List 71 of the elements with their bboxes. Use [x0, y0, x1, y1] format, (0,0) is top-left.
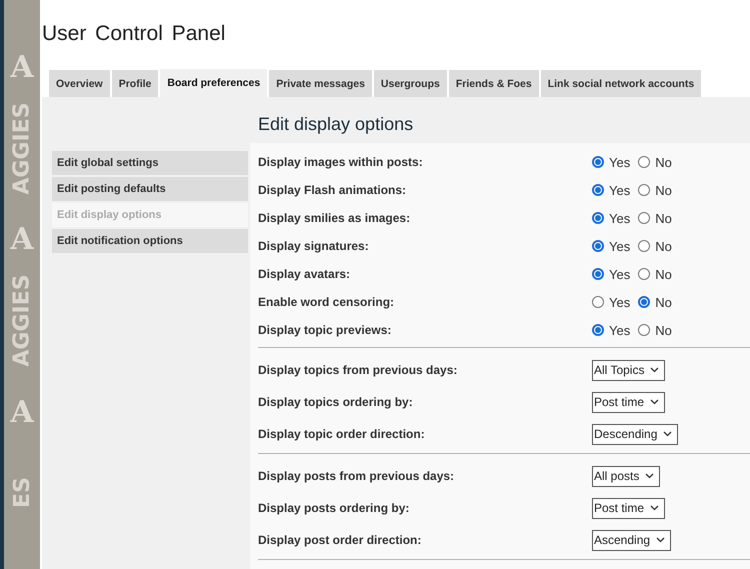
radio-label[interactable]: Yes: [609, 154, 630, 170]
dropdown[interactable]: Post time: [592, 392, 666, 412]
setting-label: Enable word censoring:: [258, 295, 396, 309]
banner-letter: A: [10, 396, 34, 429]
setting-label: Display images within posts:: [258, 155, 424, 169]
chevron-down-icon: [645, 473, 654, 479]
dropdown[interactable]: Post time: [592, 498, 666, 518]
page-title: User Control Panel: [42, 21, 226, 47]
dropdown[interactable]: All Topics: [592, 360, 666, 380]
dropdown[interactable]: Descending: [592, 424, 678, 444]
radio-button[interactable]: [592, 268, 604, 280]
setting-label: Display posts from previous days:: [258, 469, 456, 483]
setting-label: Display posts ordering by:: [258, 501, 410, 515]
radio-button[interactable]: [638, 324, 650, 336]
chevron-down-icon: [650, 399, 660, 405]
radio-button[interactable]: [592, 240, 604, 252]
radio-label[interactable]: Yes: [609, 322, 630, 338]
tab[interactable]: Friends & Foes: [448, 70, 539, 97]
radio-button[interactable]: [638, 212, 650, 224]
dropdown[interactable]: All posts: [592, 466, 660, 486]
tab[interactable]: Board preferences: [160, 69, 268, 97]
setting-label: Display topics from previous days:: [258, 363, 458, 377]
banner-letter: A: [10, 52, 34, 84]
banner-text: AGGIES: [10, 102, 34, 194]
tab[interactable]: Overview: [49, 70, 110, 97]
radio-label[interactable]: Yes: [609, 294, 630, 310]
radio-button[interactable]: [638, 156, 650, 168]
radio-button[interactable]: [638, 240, 650, 252]
menu-item[interactable]: Edit global settings: [52, 151, 248, 175]
radio-label[interactable]: No: [655, 322, 672, 338]
radio-label[interactable]: No: [655, 154, 672, 170]
setting-label: Display topic order direction:: [258, 427, 426, 441]
setting-label: Display avatars:: [258, 267, 352, 281]
chevron-down-icon: [650, 367, 660, 373]
setting-label: Display signatures:: [258, 239, 370, 253]
radio-button[interactable]: [638, 184, 650, 196]
tab[interactable]: Link social network accounts: [540, 70, 702, 97]
radio-button[interactable]: [638, 296, 650, 308]
section-title: Edit display options: [257, 113, 414, 136]
chevron-down-icon: [663, 431, 672, 437]
radio-button[interactable]: [592, 156, 604, 168]
radio-button[interactable]: [592, 184, 604, 196]
radio-label[interactable]: No: [655, 238, 672, 254]
radio-label[interactable]: No: [655, 294, 672, 310]
radio-label[interactable]: Yes: [609, 182, 630, 198]
radio-button[interactable]: [592, 324, 604, 336]
radio-label[interactable]: No: [655, 266, 672, 282]
setting-label: Display post order direction:: [258, 533, 422, 547]
setting-label: Display Flash animations:: [258, 183, 408, 197]
radio-label[interactable]: Yes: [609, 238, 630, 254]
dropdown[interactable]: Ascending: [592, 530, 672, 550]
radio-label[interactable]: Yes: [609, 210, 630, 226]
radio-button[interactable]: [592, 212, 604, 224]
menu-item[interactable]: Edit notification options: [52, 229, 248, 253]
radio-label[interactable]: Yes: [609, 266, 630, 282]
tab[interactable]: Private messages: [269, 70, 372, 97]
banner-text: AGGIES: [10, 274, 34, 367]
radio-button[interactable]: [638, 268, 650, 280]
chevron-down-icon: [650, 505, 660, 511]
tab[interactable]: Profile: [112, 70, 158, 97]
tab[interactable]: Usergroups: [374, 70, 447, 97]
setting-label: Display topic previews:: [258, 323, 392, 337]
radio-button[interactable]: [592, 296, 604, 308]
banner-text: ES: [10, 477, 34, 508]
menu-item[interactable]: Edit posting defaults: [52, 177, 248, 201]
banner-letter: A: [10, 224, 34, 256]
radio-label[interactable]: No: [655, 210, 672, 226]
chevron-down-icon: [656, 537, 666, 543]
setting-label: Display smilies as images:: [258, 211, 412, 225]
setting-label: Display topics ordering by:: [258, 395, 414, 409]
radio-label[interactable]: No: [655, 182, 672, 198]
